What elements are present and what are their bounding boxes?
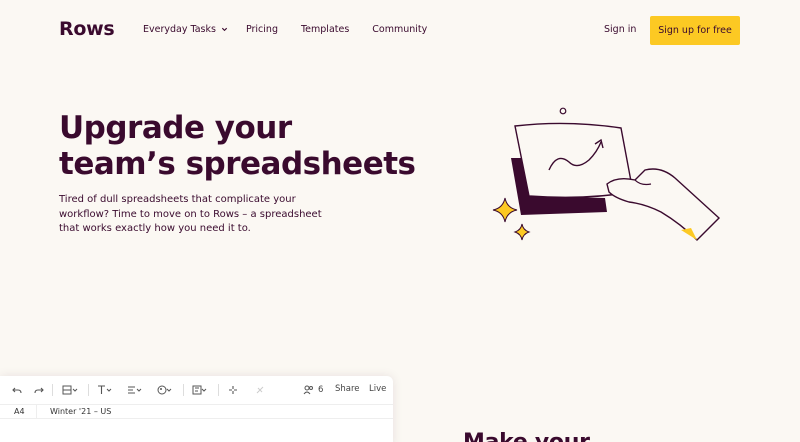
nav-item-everyday-tasks[interactable]: Everyday Tasks [143,24,228,35]
text-format-icon[interactable] [97,385,113,395]
paint-icon[interactable] [157,385,173,395]
sparkle-icon [492,197,518,223]
hero-illustration [492,107,721,241]
nav-item-community[interactable]: Community [372,24,427,35]
toolbar-divider [88,384,89,396]
nav-item-label: Everyday Tasks [143,24,216,35]
signup-button[interactable]: Sign up for free [650,16,740,45]
share-button[interactable]: Share [335,384,360,394]
nav-links: Everyday Tasks Pricing Templates Communi… [143,24,450,35]
hand-outline [606,168,721,241]
users-icon [303,385,313,395]
collaborator-count: 6 [318,385,324,395]
cell-value[interactable]: Winter '21 – US [50,407,111,416]
clear-icon[interactable] [255,385,265,395]
formula-bar: A4 Winter '21 – US [0,404,393,419]
top-nav: Rows Everyday Tasks Pricing Templates Co… [0,0,800,62]
cell-reference[interactable]: A4 [14,407,25,416]
hero-subtitle: Tired of dull spreadsheets that complica… [59,194,322,234]
spreadsheet-preview: 6 Share Live A4 Winter '21 – US [0,376,393,442]
sparkle-small-icon [513,223,531,241]
toolbar-divider [218,384,219,396]
redo-icon[interactable] [34,385,44,395]
insert-icon[interactable] [192,385,208,395]
formula-divider [36,405,37,419]
editor-toolbar: 6 Share Live [0,376,393,404]
signin-link[interactable]: Sign in [604,24,636,35]
undo-icon[interactable] [12,385,22,395]
hero-title-line-1: Upgrade your [59,110,292,146]
nav-item-templates[interactable]: Templates [301,24,349,35]
toolbar-divider [52,384,53,396]
dot-icon [559,107,567,115]
table-format-icon[interactable] [62,385,78,395]
toolbar-divider [183,384,184,396]
live-button[interactable]: Live [369,384,386,394]
align-icon[interactable] [127,385,143,395]
rows-logo[interactable]: Rows [59,18,115,40]
hero-title: Upgrade your team’s spreadsheets [59,110,439,182]
section-heading: Make your [463,430,590,442]
hero-title-line-2: team’s spreadsheets [59,146,416,182]
chevron-down-icon [221,27,228,32]
collaborators[interactable]: 6 [303,385,323,395]
nav-item-pricing[interactable]: Pricing [246,24,278,35]
magic-icon[interactable] [228,385,238,395]
